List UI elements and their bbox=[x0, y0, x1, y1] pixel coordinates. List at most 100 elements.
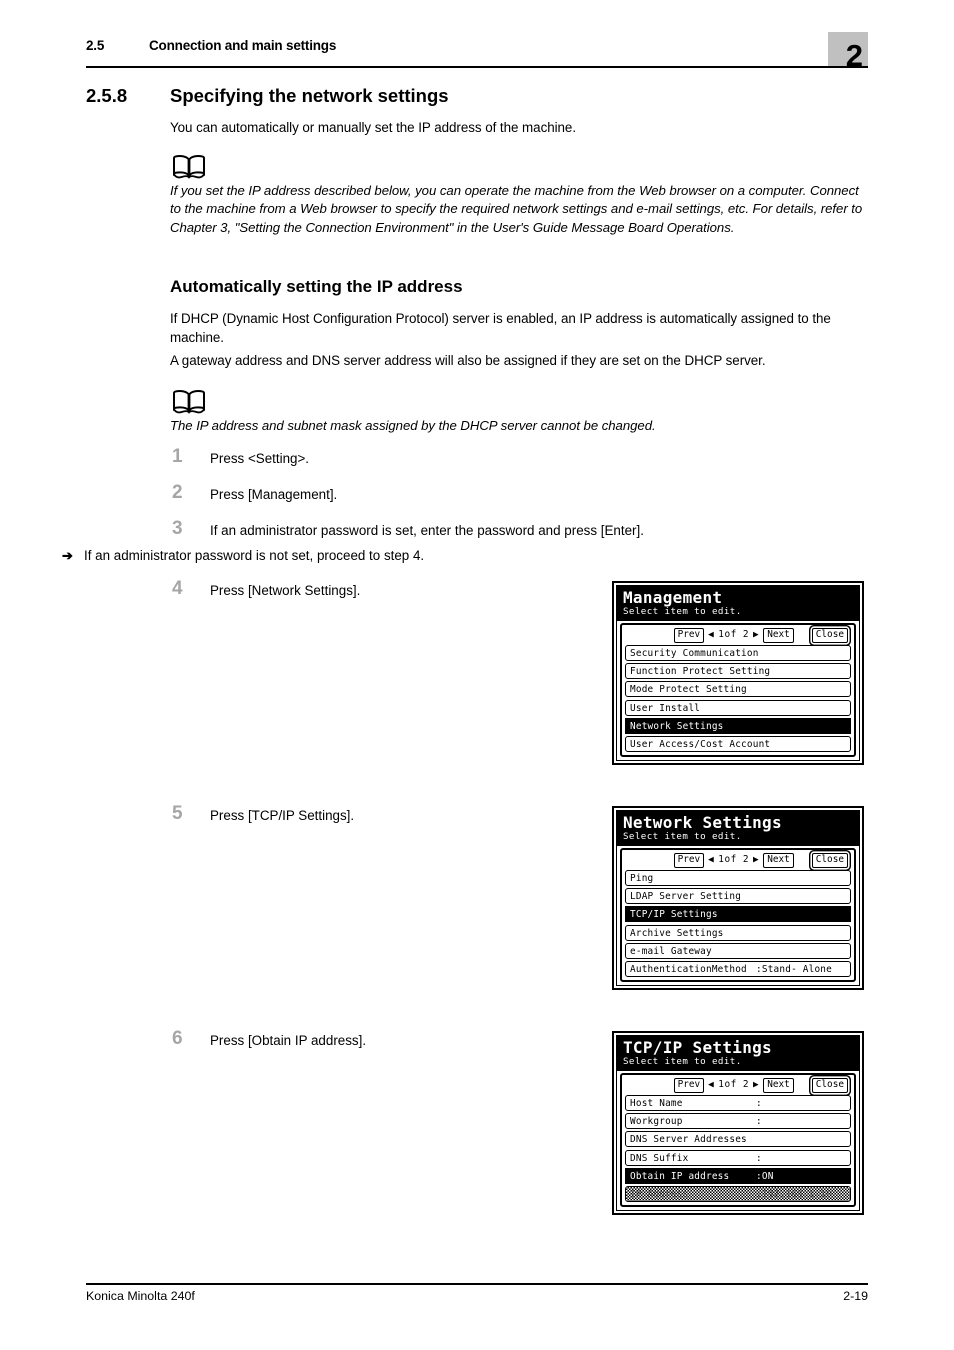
header-divider bbox=[86, 66, 868, 69]
arrow-right-icon: ➔ bbox=[62, 548, 73, 563]
lcd-item-value: :Stand- Alone bbox=[756, 963, 832, 975]
lcd-list-item[interactable]: Archive Settings bbox=[625, 924, 851, 941]
lcd-navbar: Prev ◀ 1of 2 ▶ Next Close bbox=[625, 1077, 851, 1093]
page-indicator: 1of 2 bbox=[718, 629, 750, 640]
lcd-item-label: LDAP Server Setting bbox=[630, 891, 742, 903]
lcd-body: Prev ◀ 1of 2 ▶ Next Close Ping LDAP Serv… bbox=[620, 848, 856, 982]
next-button[interactable]: Next bbox=[763, 852, 794, 868]
step-text: Press [Management]. bbox=[210, 487, 338, 502]
lcd-item-label: Ping bbox=[630, 873, 654, 884]
note-paragraph-2: The IP address and subnet mask assigned … bbox=[170, 418, 656, 433]
step-number: 3 bbox=[172, 518, 183, 539]
subsection-paragraph-1: If DHCP (Dynamic Host Configuration Prot… bbox=[170, 311, 831, 345]
lcd-item-label: Function Protect Setting bbox=[630, 666, 771, 678]
lcd-title: Network Settings bbox=[623, 813, 782, 832]
next-button[interactable]: Next bbox=[763, 627, 794, 643]
lcd-list-item[interactable]: Host Name : bbox=[625, 1095, 851, 1111]
page-indicator: 1of 2 bbox=[718, 854, 750, 865]
step-text: If an administrator password is set, ent… bbox=[210, 523, 644, 538]
prev-button[interactable]: Prev bbox=[673, 1077, 705, 1093]
left-arrow-icon[interactable]: ◀ bbox=[708, 855, 714, 865]
lcd-item-label: Archive Settings bbox=[630, 927, 724, 939]
section-number: 2.5.8 bbox=[86, 85, 128, 106]
lcd-list-item[interactable]: Security Communication bbox=[625, 645, 851, 661]
lcd-navbar: Prev ◀ 1of 2 ▶ Next Close bbox=[625, 627, 851, 643]
next-button[interactable]: Next bbox=[763, 1077, 794, 1093]
lcd-list-item-selected[interactable]: TCP/IP Settings bbox=[625, 906, 851, 923]
step-text: Press <Setting>. bbox=[210, 451, 309, 466]
lcd-list-item[interactable]: DNS Suffix : bbox=[625, 1149, 851, 1166]
lcd-body: Prev ◀ 1of 2 ▶ Next Close Host Name : Wo… bbox=[620, 1073, 856, 1207]
lcd-item-label: DNS Suffix bbox=[630, 1152, 689, 1164]
lcd-screenshot-management: Management Select item to edit. Prev ◀ 1… bbox=[612, 581, 864, 765]
right-arrow-icon[interactable]: ▶ bbox=[753, 1080, 759, 1090]
lcd-item-label: TCP/IP Settings bbox=[630, 909, 718, 921]
right-arrow-icon[interactable]: ▶ bbox=[753, 855, 759, 865]
lcd-navbar: Prev ◀ 1of 2 ▶ Next Close bbox=[625, 852, 851, 868]
step-number: 5 bbox=[172, 803, 183, 824]
page-indicator: 1of 2 bbox=[718, 1079, 750, 1090]
lcd-list-item[interactable]: DNS Server Addresses bbox=[625, 1131, 851, 1148]
step-number: 4 bbox=[172, 578, 183, 599]
left-arrow-icon[interactable]: ◀ bbox=[708, 630, 714, 640]
footer-product-name: Konica Minolta 240f bbox=[86, 1289, 195, 1303]
footer-divider bbox=[86, 1283, 868, 1285]
page-footer: Konica Minolta 240f 2-19 bbox=[86, 1289, 868, 1309]
header-section-number: 2.5 bbox=[86, 38, 105, 53]
lcd-screenshot-tcpip-settings: TCP/IP Settings Select item to edit. Pre… bbox=[612, 1031, 864, 1215]
header-section-title: Connection and main settings bbox=[149, 38, 337, 53]
subsection-heading: Automatically setting the IP address bbox=[170, 277, 463, 296]
lcd-item-label: e-mail Gateway bbox=[630, 945, 712, 957]
right-arrow-icon[interactable]: ▶ bbox=[753, 630, 759, 640]
lcd-screenshot-network-settings: Network Settings Select item to edit. Pr… bbox=[612, 806, 864, 990]
lcd-list-item-disabled: IP Address :192.168.1.10 bbox=[625, 1185, 851, 1202]
lcd-list-item[interactable]: Workgroup : bbox=[625, 1113, 851, 1130]
lcd-item-value: :ON bbox=[756, 1170, 774, 1182]
lcd-subtitle: Select item to edit. bbox=[623, 606, 742, 617]
lcd-item-label: Host Name bbox=[630, 1098, 683, 1109]
lcd-list-item[interactable]: Mode Protect Setting bbox=[625, 681, 851, 698]
lcd-title: TCP/IP Settings bbox=[623, 1038, 772, 1057]
section-title: Specifying the network settings bbox=[170, 85, 449, 106]
step-number: 2 bbox=[172, 482, 183, 503]
chapter-badge: 2 bbox=[828, 32, 868, 71]
lcd-titlebar: TCP/IP Settings Select item to edit. bbox=[617, 1036, 859, 1071]
lcd-frame: Network Settings Select item to edit. Pr… bbox=[616, 810, 860, 986]
lcd-item-label: Security Communication bbox=[630, 648, 759, 659]
lcd-list-item[interactable]: AuthenticationMethod :Stand- Alone bbox=[625, 960, 851, 977]
close-button[interactable]: Close bbox=[811, 852, 848, 868]
close-button[interactable]: Close bbox=[811, 627, 848, 643]
step-number: 1 bbox=[172, 446, 183, 467]
lcd-list-item-selected[interactable]: Network Settings bbox=[625, 717, 851, 734]
lcd-item-label: AuthenticationMethod bbox=[630, 963, 747, 975]
lcd-list-item[interactable]: LDAP Server Setting bbox=[625, 888, 851, 905]
lcd-item-value: : bbox=[756, 1116, 762, 1128]
subsection-paragraph-2: A gateway address and DNS server address… bbox=[170, 353, 766, 368]
book-icon bbox=[172, 154, 206, 179]
lcd-list-item[interactable]: e-mail Gateway bbox=[625, 942, 851, 959]
lcd-item-label: Mode Protect Setting bbox=[630, 684, 747, 696]
lcd-titlebar: Management Select item to edit. bbox=[617, 586, 859, 621]
lcd-list-item[interactable]: Ping bbox=[625, 870, 851, 886]
left-arrow-icon[interactable]: ◀ bbox=[708, 1080, 714, 1090]
book-icon bbox=[172, 389, 206, 414]
prev-button[interactable]: Prev bbox=[673, 627, 705, 643]
lcd-list-item[interactable]: User Install bbox=[625, 699, 851, 716]
close-button[interactable]: Close bbox=[811, 1077, 848, 1093]
lcd-item-label: Workgroup bbox=[630, 1116, 683, 1128]
lcd-item-label: DNS Server Addresses bbox=[630, 1134, 747, 1146]
lcd-item-label: IP Address bbox=[630, 1188, 689, 1200]
lcd-list-item[interactable]: Function Protect Setting bbox=[625, 663, 851, 680]
lcd-list-item-selected[interactable]: Obtain IP address :ON bbox=[625, 1167, 851, 1184]
lcd-body: Prev ◀ 1of 2 ▶ Next Close Security Commu… bbox=[620, 623, 856, 757]
footer-page-number: 2-19 bbox=[843, 1289, 868, 1303]
lcd-item-label: Network Settings bbox=[630, 720, 724, 732]
section-intro-paragraph: You can automatically or manually set th… bbox=[170, 120, 576, 135]
prev-button[interactable]: Prev bbox=[673, 852, 705, 868]
lcd-frame: Management Select item to edit. Prev ◀ 1… bbox=[616, 585, 860, 761]
note-paragraph-1: If you set the IP address described belo… bbox=[170, 183, 863, 235]
lcd-list-item[interactable]: User Access/Cost Account bbox=[625, 735, 851, 752]
lcd-item-label: User Install bbox=[630, 702, 701, 714]
lcd-subtitle: Select item to edit. bbox=[623, 1056, 742, 1067]
lcd-subtitle: Select item to edit. bbox=[623, 831, 742, 842]
